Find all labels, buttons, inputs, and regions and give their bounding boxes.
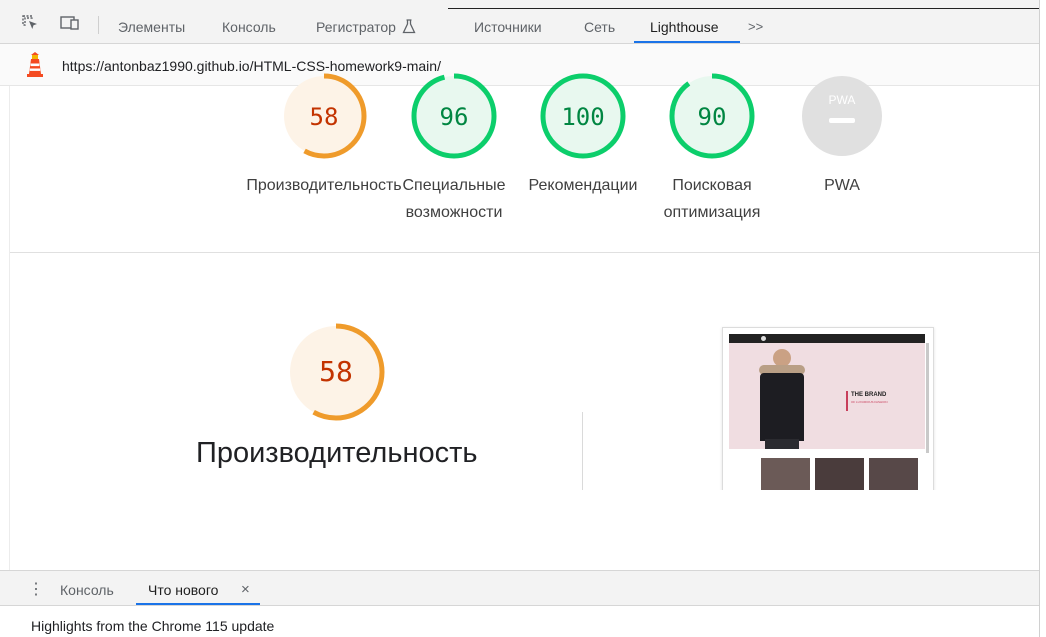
whats-new-highlights: Highlights from the Chrome 115 update [31,618,275,634]
tab-elements[interactable]: Элементы [118,19,185,35]
inspect-element-icon[interactable] [22,15,40,31]
tab-sources[interactable]: Источники [474,19,542,35]
report-fold [10,490,1040,570]
gauge-score-3: 90 [698,103,727,131]
category-gauge-svg-3: 90 [669,73,755,159]
drawer-content: Highlights from the Chrome 115 update [0,606,1040,637]
tab-network[interactable]: Сеть [584,19,615,35]
category-label-line: возможности [405,204,503,221]
toolbar-separator [98,16,99,34]
thumb-header-bar [729,334,925,343]
category-gauge-svg-4: PWA [802,76,882,156]
category-gauge-svg-0: 58 [281,73,367,159]
tab-recorder[interactable]: Регистратор [316,19,416,35]
category-gauge-2[interactable]: 100 [537,70,629,162]
perf-score-large: 58 [319,355,353,388]
thumb-brand-title: THE BRAND [851,392,887,398]
drawer-menu-icon[interactable]: ⋮ [28,579,44,599]
final-screenshot-thumbnail[interactable]: THE BRAND OF LUXURIOUS FASHION [722,327,934,492]
perf-vertical-divider [582,412,583,492]
drawer-tab-whats-new[interactable]: Что нового [148,582,218,598]
thumb-product-1 [761,458,810,491]
experiment-flask-icon [402,19,416,34]
category-gauge-svg-2: 100 [540,73,626,159]
category-gauge-4[interactable]: PWA [796,70,888,162]
panel-left-edge [0,86,10,570]
category-gauge-0[interactable]: 58 [278,70,370,162]
category-gauge-3[interactable]: 90 [666,70,758,162]
active-tab-indicator [634,41,740,43]
gauge-score-2: 100 [561,103,604,131]
category-gauge-1[interactable]: 96 [408,70,500,162]
tab-recorder-label: Регистратор [316,19,396,35]
pwa-badge-text: PWA [829,93,856,107]
thumb-logo-dot [761,336,766,341]
performance-gauge-large[interactable]: 58 [284,320,388,424]
thumb-product-2 [815,458,864,491]
gauge-score-0: 58 [310,103,339,131]
report-url[interactable]: https://antonbaz1990.github.io/HTML-CSS-… [62,58,441,74]
category-label-line: оптимизация [663,204,761,221]
thumb-brand-sub: OF LUXURIOUS FASHION [851,400,888,404]
performance-heading: Производительность [196,437,478,469]
section-divider [10,252,1040,253]
category-label-line: PWA [824,177,860,194]
window-right-edge [1039,0,1046,637]
close-icon[interactable]: × [241,581,250,598]
thumb-product-3 [869,458,918,491]
thumb-hero: THE BRAND OF LUXURIOUS FASHION [729,343,925,449]
thumb-model-legs [765,439,799,449]
thumb-scrollbar [926,343,929,453]
performance-gauge-large-svg: 58 [287,323,385,421]
pwa-dash-icon [829,118,855,123]
tab-console[interactable]: Консоль [222,19,276,35]
category-gauge-svg-1: 96 [411,73,497,159]
drawer-tab-bar: ⋮ Консоль Что нового × [0,570,1040,606]
devtools-tab-bar: Элементы Консоль Регистратор Источники С… [0,0,1046,44]
thumb-model-coat [760,373,804,441]
device-toolbar-icon[interactable] [60,15,79,31]
lighthouse-logo-icon [22,52,48,78]
window-edge-line [448,8,1046,9]
category-label-4: PWA [762,172,922,199]
thumb-accent-line [846,391,848,411]
more-tabs-button[interactable]: >> [748,19,763,34]
tab-lighthouse[interactable]: Lighthouse [650,19,719,35]
gauge-score-1: 96 [440,103,469,131]
drawer-tab-console[interactable]: Консоль [60,582,114,598]
drawer-active-tab-indicator [136,603,260,605]
gauge-base-4 [802,76,882,156]
